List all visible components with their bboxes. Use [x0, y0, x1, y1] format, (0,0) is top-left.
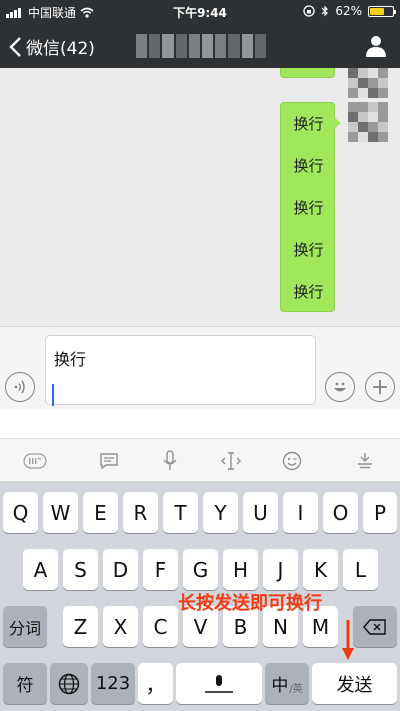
- message-line: 换行: [293, 283, 324, 301]
- wink-icon: [282, 451, 302, 471]
- key-g[interactable]: G: [183, 549, 218, 590]
- backspace-icon: [363, 618, 386, 635]
- key-i[interactable]: I: [283, 492, 318, 533]
- key-e[interactable]: E: [83, 492, 118, 533]
- battery-fill: [370, 7, 384, 15]
- back-button[interactable]: 微信(42): [8, 34, 95, 59]
- input-spacer: [0, 410, 400, 438]
- globe-icon: [58, 673, 80, 694]
- key-h[interactable]: H: [223, 549, 258, 590]
- key-f[interactable]: F: [143, 549, 178, 590]
- message-input-text: 换行: [54, 350, 87, 369]
- comma-key[interactable]: ，: [138, 663, 173, 704]
- key-z[interactable]: Z: [63, 606, 98, 647]
- key-q[interactable]: Q: [3, 492, 38, 533]
- key-l[interactable]: L: [343, 549, 378, 590]
- status-bar: 中国联通 下午9:44 62%: [0, 0, 400, 22]
- plus-icon: [373, 380, 387, 394]
- ifly-logo-button[interactable]: [22, 448, 48, 474]
- microphone-icon: [163, 450, 177, 470]
- message-line: 换行: [293, 115, 324, 133]
- person-icon[interactable]: [364, 34, 388, 58]
- text-caret: [52, 384, 54, 406]
- message-line: 换行: [293, 241, 324, 259]
- battery-percent: 62%: [335, 4, 362, 18]
- down-arrow-icon: [342, 620, 354, 660]
- message-icon: [100, 453, 118, 470]
- voice-icon: [14, 380, 25, 394]
- input-bar: 换行: [0, 326, 400, 410]
- key-w[interactable]: W: [43, 492, 78, 533]
- message-bubble-previous[interactable]: 换行: [280, 68, 335, 78]
- segment-key[interactable]: 分词: [3, 606, 47, 647]
- microphone-icon: [205, 674, 233, 693]
- language-main-label: 中: [271, 676, 289, 696]
- annotation-text: 长按发送即可换行: [178, 593, 322, 614]
- orientation-lock-icon: [303, 5, 315, 17]
- avatar[interactable]: [348, 68, 388, 98]
- message-line: 换行: [293, 157, 324, 175]
- space-key[interactable]: [176, 663, 262, 704]
- keyboard-toolbar: [0, 438, 400, 482]
- key-a[interactable]: A: [23, 549, 58, 590]
- message-input[interactable]: 换行: [45, 335, 316, 406]
- key-p[interactable]: P: [363, 492, 397, 533]
- key-r[interactable]: R: [123, 492, 158, 533]
- language-sub-label: /英: [289, 684, 303, 695]
- cursor-move-button[interactable]: [218, 448, 244, 474]
- back-label: 微信(42): [26, 39, 95, 59]
- bluetooth-icon: [321, 5, 329, 17]
- key-s[interactable]: S: [63, 549, 98, 590]
- ifly-logo-icon: [23, 453, 47, 469]
- message-line: 换行: [281, 68, 336, 70]
- key-x[interactable]: X: [103, 606, 138, 647]
- nav-bar: 微信(42): [0, 22, 400, 68]
- battery-icon: [368, 5, 396, 17]
- voice-input-button[interactable]: [5, 372, 35, 402]
- more-button[interactable]: [365, 372, 395, 402]
- collapse-icon: [358, 453, 372, 469]
- avatar[interactable]: [348, 102, 388, 142]
- key-y[interactable]: Y: [203, 492, 238, 533]
- key-k[interactable]: K: [303, 549, 338, 590]
- send-key[interactable]: 发送: [312, 663, 397, 704]
- key-o[interactable]: O: [323, 492, 358, 533]
- emoji-button[interactable]: [325, 372, 355, 402]
- chat-title-blurred: [136, 34, 267, 58]
- cursor-move-icon: [221, 452, 241, 470]
- message-line: 换行: [293, 199, 324, 217]
- message-bubble[interactable]: 换行 换行 换行 换行 换行: [280, 102, 341, 312]
- globe-key[interactable]: [50, 663, 88, 704]
- key-u[interactable]: U: [243, 492, 278, 533]
- key-t[interactable]: T: [163, 492, 198, 533]
- status-right: 62%: [303, 4, 396, 18]
- chat-area[interactable]: 换行 换行 换行 换行 换行 换行: [0, 68, 400, 326]
- chevron-left-icon: [9, 36, 21, 57]
- smiley-icon: [334, 382, 346, 392]
- voice-type-button[interactable]: [157, 448, 183, 474]
- hide-keyboard-button[interactable]: [352, 448, 378, 474]
- key-j[interactable]: J: [263, 549, 298, 590]
- language-key[interactable]: 中/英: [265, 663, 309, 704]
- delete-key[interactable]: [353, 606, 397, 647]
- quick-phrase-button[interactable]: [96, 448, 122, 474]
- key-d[interactable]: D: [103, 549, 138, 590]
- key-c[interactable]: C: [143, 606, 178, 647]
- symbol-key[interactable]: 符: [3, 663, 47, 704]
- emoticon-button[interactable]: [279, 448, 305, 474]
- number-key[interactable]: 123: [91, 663, 135, 704]
